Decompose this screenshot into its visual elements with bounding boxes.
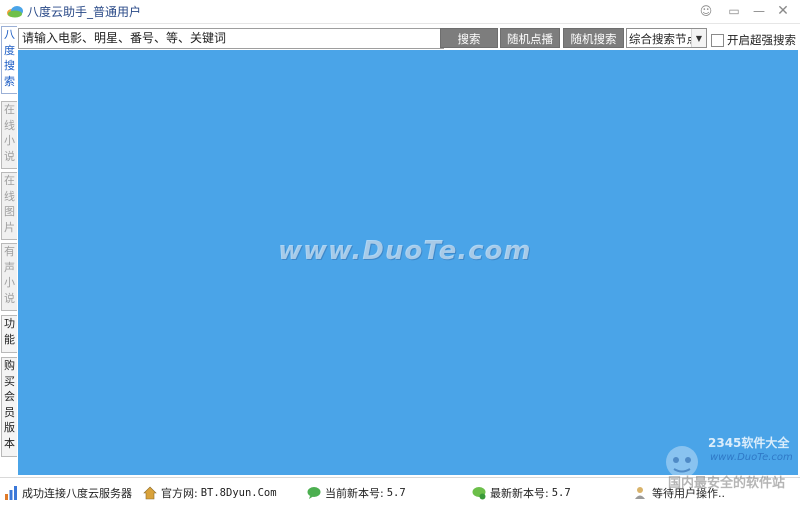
status-latest-version: 最新新本号: 5.7 xyxy=(472,485,571,501)
user-icon xyxy=(635,487,645,499)
update-bubble-icon xyxy=(472,487,486,500)
chevron-down-icon[interactable]: ▼ xyxy=(691,29,706,47)
search-input[interactable]: 请输入电影、明星、番号、等、关键词 xyxy=(18,28,444,49)
random-search-button[interactable]: 随机搜索 xyxy=(563,28,624,48)
super-search-label: 开启超强搜索 xyxy=(727,33,796,47)
close-icon[interactable]: ✕ xyxy=(773,2,793,19)
title-bar: 八度云助手_普通用户 ☺ ▭ — ✕ xyxy=(0,0,800,24)
tab-buy-membership[interactable]: 购 买 会 员 版 本 xyxy=(1,357,17,457)
minimize-icon[interactable]: — xyxy=(749,2,769,19)
super-search-toggle[interactable]: 开启超强搜索 xyxy=(711,32,796,48)
watermark-center: www.DuoTe.com xyxy=(278,236,532,266)
watermark-url: www.DuoTe.com xyxy=(710,452,793,463)
watermark-bottom: 国内最安全的软件站 xyxy=(668,476,786,491)
tab-online-novel[interactable]: 在 线 小 说 xyxy=(1,101,17,169)
random-play-button[interactable]: 随机点播 xyxy=(500,28,560,48)
site-url-link[interactable]: BT.8Dyun.Com xyxy=(201,487,277,499)
tab-audio-novel[interactable]: 有 声 小 说 xyxy=(1,243,17,311)
status-site[interactable]: 官方网: BT.8Dyun.Com xyxy=(143,485,277,501)
signal-bars-icon xyxy=(5,486,17,500)
super-search-checkbox[interactable] xyxy=(711,33,724,47)
status-current-version: 当前新本号: 5.7 xyxy=(307,485,406,501)
status-connection: 成功连接八度云服务器 xyxy=(4,485,132,501)
cloud-app-icon xyxy=(7,6,23,18)
tab-online-pictures[interactable]: 在 线 图 片 xyxy=(1,172,17,240)
home-icon xyxy=(143,486,157,500)
search-node-value: 综合搜索节点 xyxy=(629,32,698,46)
restore-icon[interactable]: ▭ xyxy=(724,2,744,19)
search-node-select[interactable]: 综合搜索节点 ▼ xyxy=(626,28,707,48)
feedback-icon[interactable]: ☺ xyxy=(696,2,716,19)
tab-functions[interactable]: 功 能 xyxy=(1,315,17,353)
chat-bubble-icon xyxy=(307,487,321,499)
watermark-brand: 2345软件大全 xyxy=(708,436,790,450)
search-button[interactable]: 搜索 xyxy=(440,28,498,48)
window-title: 八度云助手_普通用户 xyxy=(27,5,142,19)
tab-badu-search[interactable]: 八 度 搜 索 xyxy=(1,26,17,94)
